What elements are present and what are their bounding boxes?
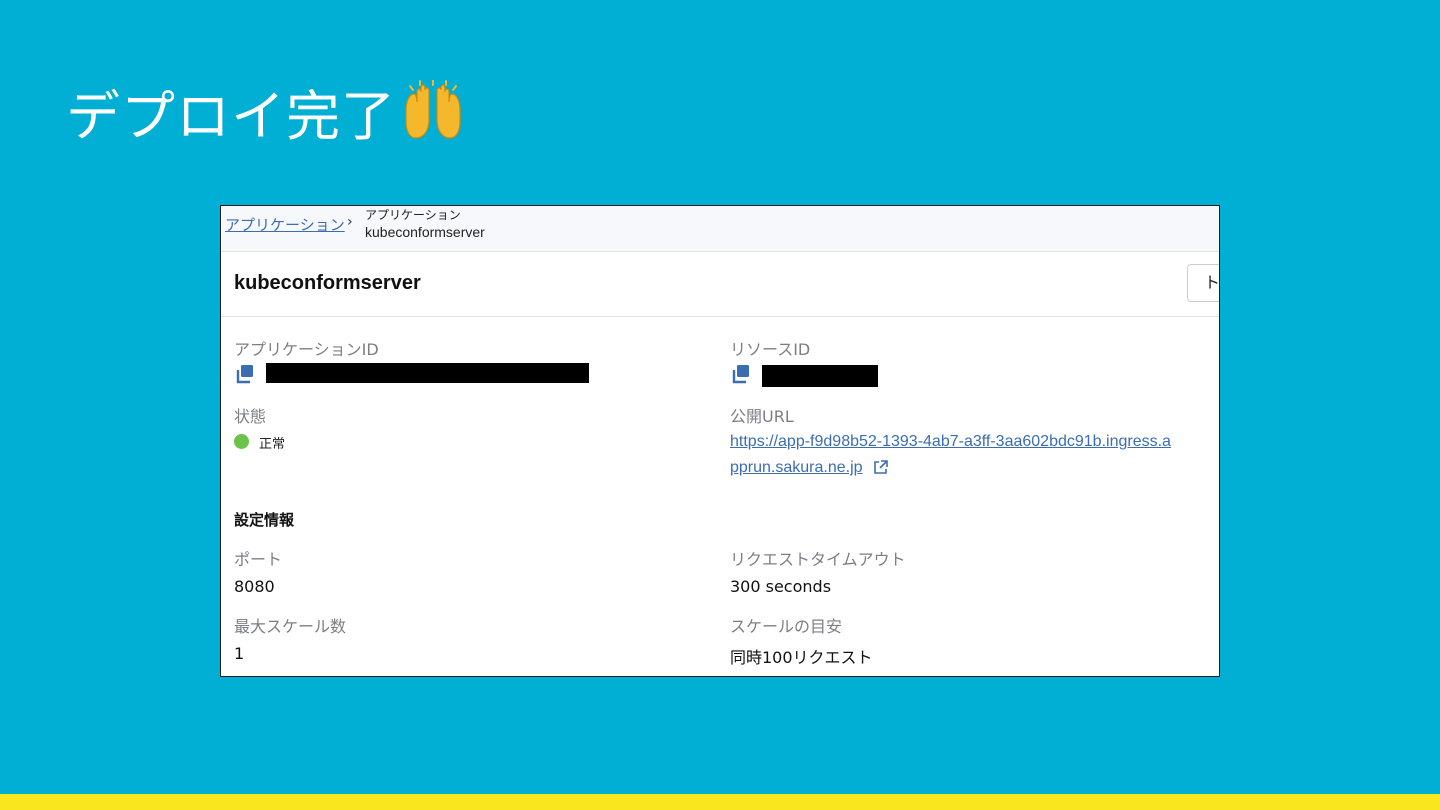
breadcrumb-current-category: アプリケーション [365,208,461,222]
slide-title-text: デプロイ完了 [66,84,396,148]
breadcrumb-applications-link[interactable]: アプリケーション [225,214,345,235]
copy-resource-id-icon[interactable] [730,363,752,385]
port-value: 8080 [234,577,275,596]
resource-id-label: リソースID [730,340,811,359]
copy-application-id-icon[interactable] [234,363,256,385]
scale-target-value: 同時100リクエスト [730,648,873,667]
port-label: ポート [234,550,283,569]
external-link-icon[interactable] [873,460,888,475]
breadcrumb-separator: › [347,214,353,230]
breadcrumb: アプリケーション › アプリケーション kubeconformserver [221,206,1219,252]
max-scale-label: 最大スケール数 [234,617,347,636]
application-detail-panel: アプリケーション › アプリケーション kubeconformserver ku… [220,205,1220,677]
resource-id-redacted [762,365,878,387]
raising-hands-icon [405,80,461,139]
slide-title: デプロイ完了 [66,76,466,148]
header-action-button[interactable]: ト [1187,264,1219,302]
page-title: kubeconformserver [234,272,421,294]
public-url-link-line2[interactable]: pprun.sakura.ne.jp [730,455,863,481]
settings-section-title: 設定情報 [234,511,295,529]
application-id-label: アプリケーションID [234,340,379,359]
application-id-redacted [266,363,589,383]
bottom-accent-bar [0,794,1440,810]
status-value: 正常 [259,437,286,452]
max-scale-value: 1 [234,644,245,663]
public-url-label: 公開URL [730,407,794,426]
public-url-link-line1[interactable]: https://app-f9d98b52-1393-4ab7-a3ff-3aa6… [730,429,1171,455]
request-timeout-value: 300 seconds [730,577,832,596]
status-label: 状態 [234,407,267,426]
request-timeout-label: リクエストタイムアウト [730,550,906,569]
breadcrumb-current-name: kubeconformserver [365,224,485,240]
scale-target-label: スケールの目安 [730,617,843,636]
status-indicator [234,434,249,449]
page-header: kubeconformserver ト [221,252,1219,317]
